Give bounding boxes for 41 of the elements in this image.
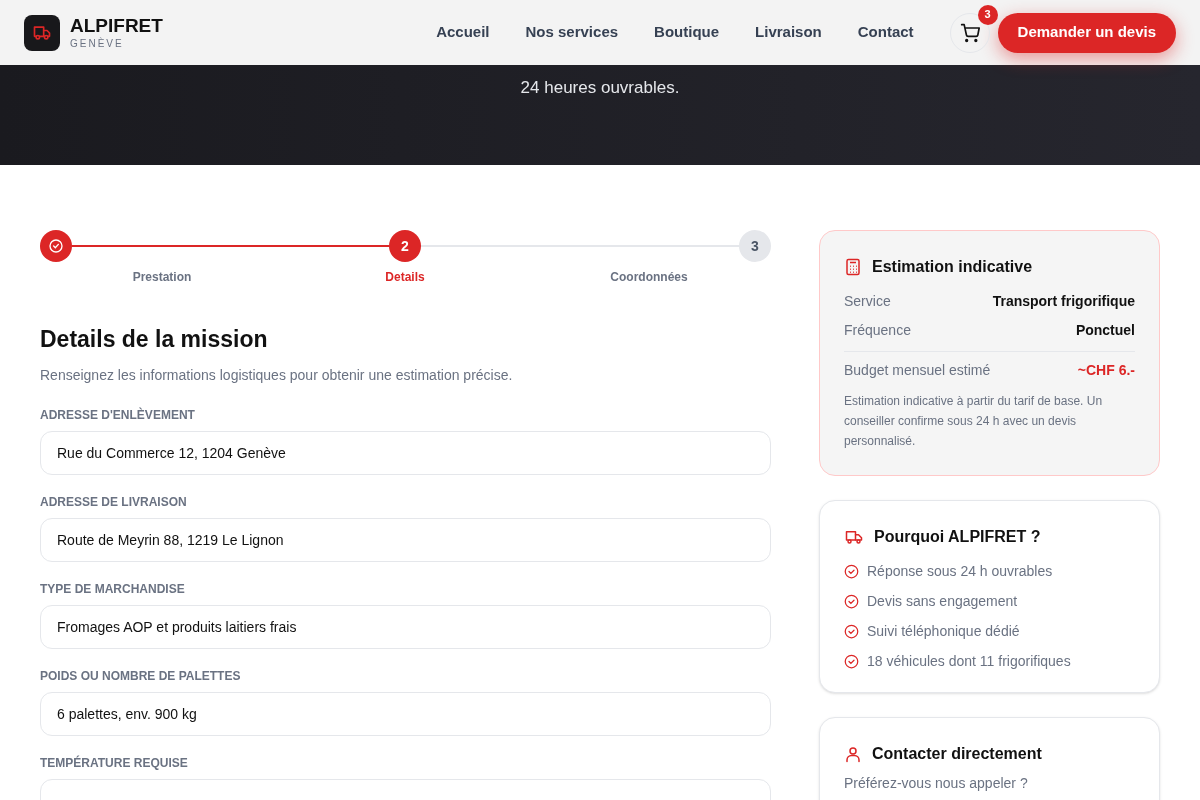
hero-subtitle: 24 heures ouvrables. [520,77,680,99]
input-field[interactable]: 6 palettes, env. 900 kg [40,691,771,736]
nav-link[interactable]: Nos services [509,13,635,52]
form-subtitle: Renseignez les informations logistiques pour obtenir une estimation précise. [40,365,514,385]
card-title: Estimation indicative [872,257,1033,277]
field-label: POIDS OU NOMBRE DE PALETTES [40,667,242,685]
budget-value: ~CHF 6.- [1077,361,1135,380]
nav-link[interactable]: Contact [841,13,930,52]
nav-link[interactable]: Boutique [638,13,736,52]
cart-count-badge: 3 [977,4,998,25]
nav-link[interactable]: Livraison [739,13,838,52]
form-title: Details de la mission [40,325,269,354]
benefit-text: 18 véhicules dont 11 frigorifiques [867,652,1071,671]
step-marker: 3 [739,230,771,262]
card-title: Contacter directement [872,744,1042,764]
step-label[interactable]: Prestation [132,268,192,286]
benefit-text: Suivi téléphonique dédié [867,622,1020,641]
estimate-note: Estimation indicative à partir du tarif de base. Un conseiller confirme sous 24 h avec un devis personnalisé. [844,393,1104,450]
step-label[interactable]: Coordonnées [610,268,688,286]
field-label: ADRESSE DE LIVRAISON [40,493,188,511]
field-label: TYPE DE MARCHANDISE [40,580,186,598]
benefit-text: Devis sans engagement [867,592,1018,611]
benefit-text: Réponse sous 24 h ouvrables [867,562,1053,581]
card-title: Pourquoi ALPIFRET ? [874,527,1041,547]
estimate-label: Fréquence [844,321,911,340]
step-label[interactable]: Details [385,268,425,286]
input-field[interactable]: Route de Meyrin 88, 1219 Le Lignon [40,517,771,562]
estimate-value: Ponctuel [1075,321,1135,340]
contact-text: Préférez-vous nous appeler ? [844,774,1029,792]
field-label: TEMPÉRATURE REQUISE [40,754,189,772]
quote-button[interactable]: Demander un devis [997,12,1176,53]
estimate-value: Transport frigorifique [992,292,1135,311]
input-field[interactable]: Fromages AOP et produits laitiers frais [40,604,771,649]
field-label: ADRESSE D'ENLÈVEMENT [40,406,196,424]
nav-link[interactable]: Accueil [420,13,506,52]
estimate-label: Service [844,292,891,311]
budget-label: Budget mensuel estimé [844,361,991,380]
step-marker: 2 [389,230,421,262]
brand-location: GENÈVE [70,39,125,49]
brand-name: ALPIFRET [70,16,163,35]
input-field[interactable]: Rue du Commerce 12, 1204 Genève [40,430,771,475]
